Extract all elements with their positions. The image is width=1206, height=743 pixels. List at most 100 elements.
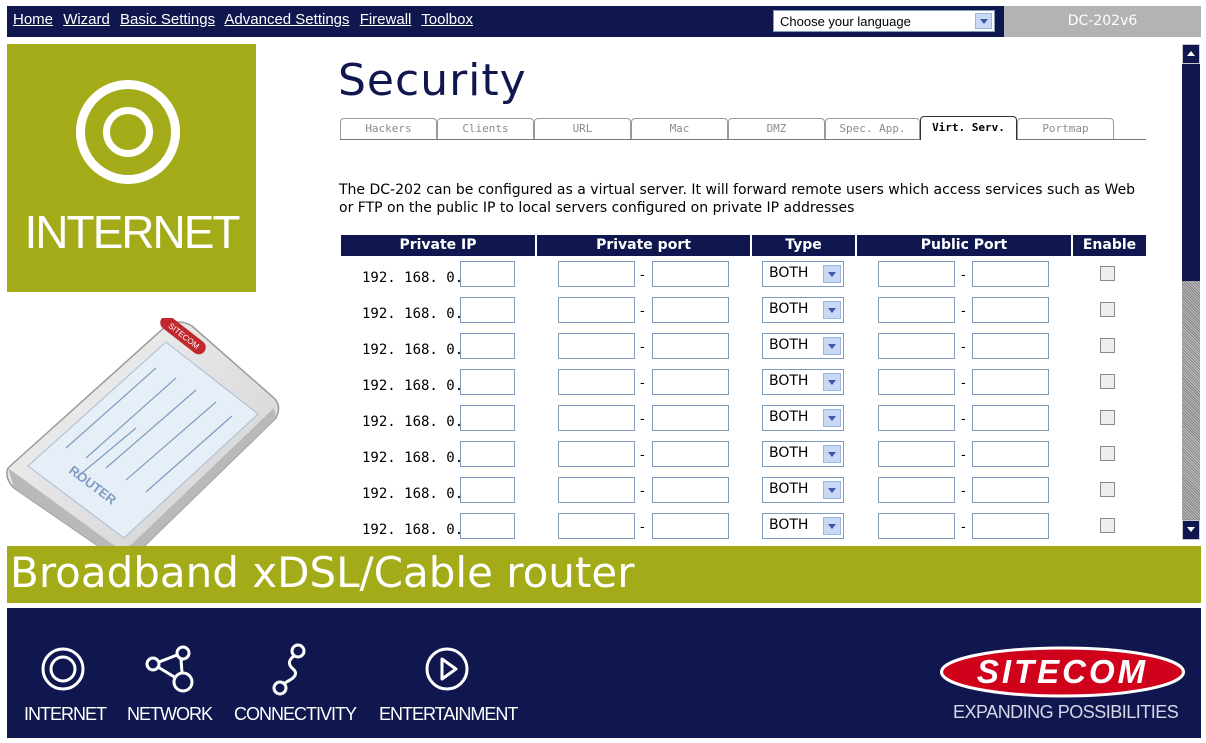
chevron-down-icon[interactable] <box>823 265 841 283</box>
language-select-value: Choose your language <box>780 14 911 29</box>
private-port-start-input[interactable] <box>558 333 635 359</box>
tab-url[interactable]: URL <box>534 118 631 139</box>
private-ip-last-octet-input[interactable] <box>460 369 515 395</box>
enable-checkbox[interactable] <box>1100 410 1115 425</box>
private-port-start-input[interactable] <box>558 297 635 323</box>
scrollbar-thumb[interactable] <box>1182 64 1200 281</box>
private-ip-last-octet-input[interactable] <box>460 333 515 359</box>
footer-connectivity-label[interactable]: CONNECTIVITY <box>234 704 357 725</box>
public-port-end-input[interactable] <box>972 477 1049 503</box>
private-port-end-input[interactable] <box>652 477 729 503</box>
public-port-end-input[interactable] <box>972 261 1049 287</box>
internet-icon[interactable] <box>40 646 86 692</box>
enable-checkbox[interactable] <box>1100 338 1115 353</box>
range-separator: - <box>640 520 645 535</box>
public-port-end-input[interactable] <box>972 333 1049 359</box>
type-select[interactable]: BOTH <box>762 369 844 395</box>
tab-clients[interactable]: Clients <box>437 118 534 139</box>
private-ip-last-octet-input[interactable] <box>460 261 515 287</box>
type-select[interactable]: BOTH <box>762 297 844 323</box>
scrollbar[interactable] <box>1182 44 1200 540</box>
tab-spec-app[interactable]: Spec. App. <box>825 118 920 139</box>
public-port-start-input[interactable] <box>878 333 955 359</box>
private-port-start-input[interactable] <box>558 477 635 503</box>
public-port-start-input[interactable] <box>878 261 955 287</box>
enable-checkbox[interactable] <box>1100 482 1115 497</box>
type-select[interactable]: BOTH <box>762 441 844 467</box>
nav-firewall-link[interactable]: Firewall <box>360 11 412 28</box>
private-port-start-input[interactable] <box>558 405 635 431</box>
private-port-start-input[interactable] <box>558 261 635 287</box>
public-port-end-input[interactable] <box>972 405 1049 431</box>
chevron-down-icon[interactable] <box>823 301 841 319</box>
public-port-start-input[interactable] <box>878 513 955 539</box>
network-icon[interactable] <box>145 644 197 694</box>
footer-network-label[interactable]: NETWORK <box>127 704 213 725</box>
nav-home-link[interactable]: Home <box>13 11 53 28</box>
private-port-start-input[interactable] <box>558 513 635 539</box>
chevron-down-icon[interactable] <box>823 481 841 499</box>
public-port-start-input[interactable] <box>878 477 955 503</box>
type-select[interactable]: BOTH <box>762 261 844 287</box>
nav-wizard-link[interactable]: Wizard <box>63 11 110 28</box>
scroll-up-icon[interactable] <box>1182 44 1200 64</box>
enable-checkbox[interactable] <box>1100 518 1115 533</box>
tab-hackers[interactable]: Hackers <box>340 118 437 139</box>
public-port-start-input[interactable] <box>878 441 955 467</box>
private-port-end-input[interactable] <box>652 333 729 359</box>
public-port-end-input[interactable] <box>972 513 1049 539</box>
footer-entertainment-label[interactable]: ENTERTAINMENT <box>379 704 518 725</box>
private-port-end-input[interactable] <box>652 297 729 323</box>
tab-portmap[interactable]: Portmap <box>1017 118 1114 139</box>
scrollbar-track[interactable] <box>1182 281 1200 519</box>
private-ip-last-octet-input[interactable] <box>460 297 515 323</box>
public-port-start-input[interactable] <box>878 297 955 323</box>
nav-advanced-settings-link[interactable]: Advanced Settings <box>224 11 349 28</box>
play-icon[interactable] <box>424 646 470 692</box>
nav-toolbox-link[interactable]: Toolbox <box>421 11 473 28</box>
private-ip-last-octet-input[interactable] <box>460 405 515 431</box>
private-port-start-input[interactable] <box>558 441 635 467</box>
private-ip-last-octet-input[interactable] <box>460 477 515 503</box>
public-port-start-input[interactable] <box>878 405 955 431</box>
tab-mac[interactable]: Mac <box>631 118 728 139</box>
enable-checkbox[interactable] <box>1100 374 1115 389</box>
connectivity-icon[interactable] <box>270 642 310 698</box>
language-select[interactable]: Choose your language <box>773 10 995 32</box>
type-select[interactable]: BOTH <box>762 477 844 503</box>
private-port-end-input[interactable] <box>652 405 729 431</box>
public-port-end-input[interactable] <box>972 441 1049 467</box>
chevron-down-icon[interactable] <box>823 445 841 463</box>
tab-dmz[interactable]: DMZ <box>728 118 825 139</box>
chevron-down-icon[interactable] <box>823 337 841 355</box>
chevron-down-icon[interactable] <box>823 409 841 427</box>
ip-prefix: 192. 168. 0. <box>362 486 464 502</box>
private-port-end-input[interactable] <box>652 441 729 467</box>
enable-checkbox[interactable] <box>1100 266 1115 281</box>
type-select[interactable]: BOTH <box>762 333 844 359</box>
type-select-value: BOTH <box>769 301 809 317</box>
chevron-down-icon[interactable] <box>823 517 841 535</box>
type-select[interactable]: BOTH <box>762 405 844 431</box>
private-port-start-input[interactable] <box>558 369 635 395</box>
chevron-down-icon[interactable] <box>975 13 992 29</box>
public-port-end-input[interactable] <box>972 369 1049 395</box>
chevron-down-icon[interactable] <box>823 373 841 391</box>
page-title: Security <box>338 55 527 106</box>
private-port-end-input[interactable] <box>652 261 729 287</box>
private-ip-last-octet-input[interactable] <box>460 441 515 467</box>
public-port-end-input[interactable] <box>972 297 1049 323</box>
scroll-down-icon[interactable] <box>1182 520 1200 540</box>
footer-internet-label[interactable]: INTERNET <box>24 704 107 725</box>
router-image: SITECOM ROUTER <box>6 318 280 559</box>
private-port-end-input[interactable] <box>652 369 729 395</box>
private-port-end-input[interactable] <box>652 513 729 539</box>
public-port-start-input[interactable] <box>878 369 955 395</box>
type-select[interactable]: BOTH <box>762 513 844 539</box>
enable-checkbox[interactable] <box>1100 302 1115 317</box>
private-ip-last-octet-input[interactable] <box>460 513 515 539</box>
enable-checkbox[interactable] <box>1100 446 1115 461</box>
page-description: The DC-202 can be configured as a virtua… <box>339 182 1136 216</box>
nav-basic-settings-link[interactable]: Basic Settings <box>120 11 215 28</box>
tab-virt-serv[interactable]: Virt. Serv. <box>920 116 1017 140</box>
